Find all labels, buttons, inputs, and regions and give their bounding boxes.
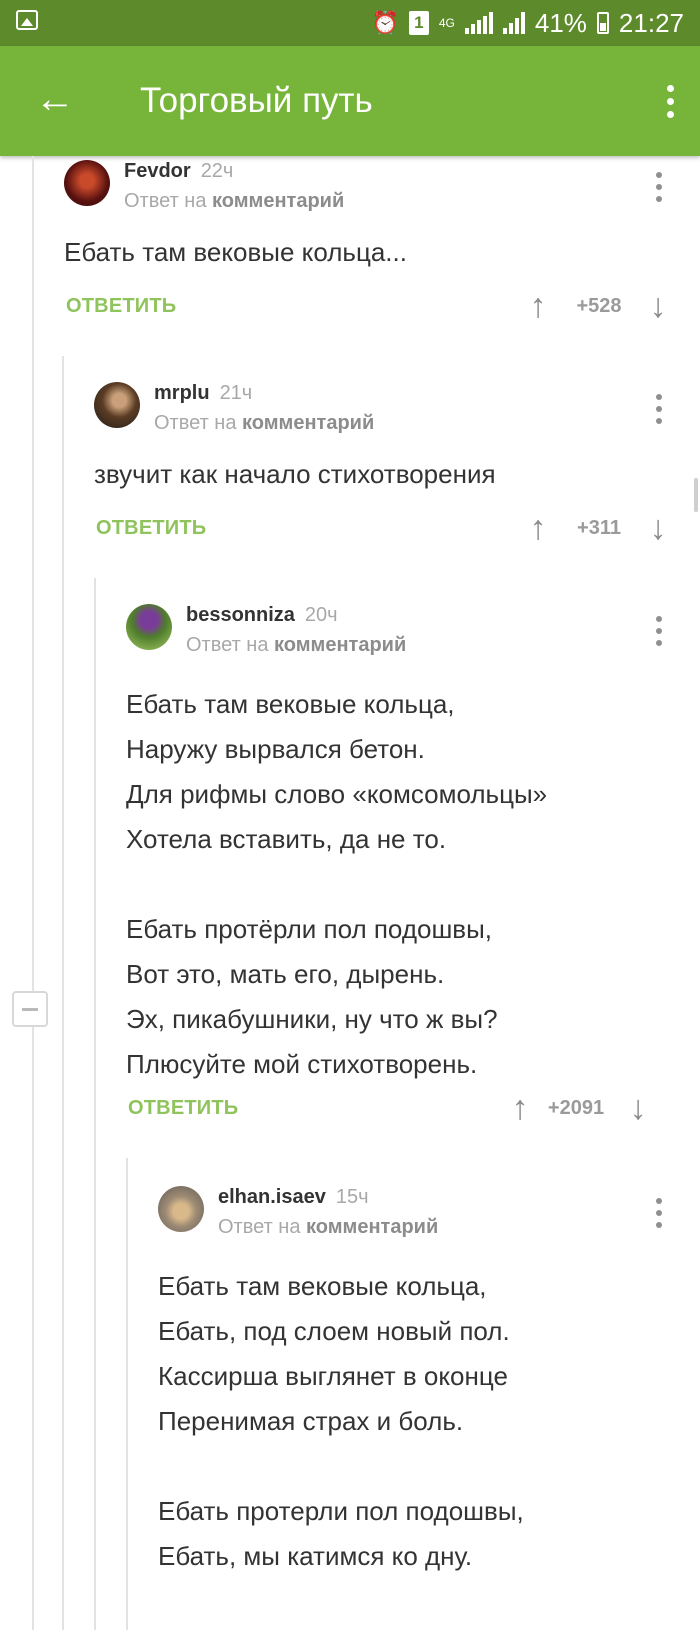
signal-icon xyxy=(464,12,493,34)
sim-badge: 1 xyxy=(408,11,429,35)
reply-to: Ответ на комментарий xyxy=(218,1216,439,1238)
comment-thread: Fevdor 22ч Ответ на комментарий Ебать там… xyxy=(0,156,700,1630)
avatar[interactable] xyxy=(94,382,140,428)
comment-menu-icon[interactable] xyxy=(654,394,664,424)
reply-button[interactable]: ОТВЕТИТЬ xyxy=(66,286,176,326)
reply-target-link[interactable]: комментарий xyxy=(274,634,406,656)
comment-actions: ОТВЕТИТЬ ↑ +2091 ↓ xyxy=(126,1088,684,1128)
overflow-menu-icon[interactable] xyxy=(658,76,682,126)
clock: 21:27 xyxy=(618,7,684,38)
page-title: Торговый путь xyxy=(140,81,373,120)
back-arrow-icon[interactable]: ← xyxy=(30,74,80,124)
downvote-arrow-icon[interactable]: ↓ xyxy=(644,508,672,548)
comment-menu-icon[interactable] xyxy=(654,1198,664,1228)
reply-to: Ответ на комментарий xyxy=(186,634,407,656)
scrollbar[interactable] xyxy=(694,478,698,512)
network-type: 4G xyxy=(438,16,455,30)
reply-target-link[interactable]: комментарий xyxy=(242,412,374,434)
comment-menu-icon[interactable] xyxy=(654,616,664,646)
gallery-notification-icon xyxy=(16,10,38,30)
comment-author[interactable]: mrplu xyxy=(154,382,210,404)
battery-icon xyxy=(596,12,609,34)
app-bar: ← Торговый путь xyxy=(0,46,700,156)
comment-author[interactable]: elhan.isaev xyxy=(218,1186,326,1208)
upvote-arrow-icon[interactable]: ↑ xyxy=(524,508,552,548)
thread-line xyxy=(62,356,64,1630)
reply-to: Ответ на комментарий xyxy=(154,412,375,434)
comment-rating: +528 xyxy=(576,295,622,317)
avatar[interactable] xyxy=(126,604,172,650)
avatar[interactable] xyxy=(158,1186,204,1232)
comment-actions: ОТВЕТИТЬ ↑ +311 ↓ xyxy=(94,508,684,548)
comment-text: Ебать там вековые кольца, Наружу вырвалс… xyxy=(126,689,548,1079)
reply-button[interactable]: ОТВЕТИТЬ xyxy=(96,508,206,548)
comment-time: 22ч xyxy=(200,160,234,182)
comment-author[interactable]: bessonniza xyxy=(186,604,295,626)
comment-text: Ебать там вековые кольца... xyxy=(64,237,407,267)
comment-time: 15ч xyxy=(335,1186,369,1208)
status-icons: ⏰ 1 4G 41% 21:27 xyxy=(371,0,684,46)
downvote-arrow-icon[interactable]: ↓ xyxy=(624,1088,652,1128)
alarm-icon: ⏰ xyxy=(371,10,399,35)
thread-line xyxy=(94,578,96,1630)
comment-author[interactable]: Fevdor xyxy=(124,160,191,182)
reply-target-link[interactable]: комментарий xyxy=(212,190,344,212)
upvote-arrow-icon[interactable]: ↑ xyxy=(524,286,552,326)
comment-actions: ОТВЕТИТЬ ↑ +528 ↓ xyxy=(64,286,684,326)
reply-to: Ответ на комментарий xyxy=(124,190,345,212)
battery-percent: 41% xyxy=(534,7,587,38)
comment-time: 20ч xyxy=(304,604,338,626)
comment-time: 21ч xyxy=(219,382,253,404)
signal-2-icon xyxy=(502,12,525,34)
downvote-arrow-icon[interactable]: ↓ xyxy=(644,286,672,326)
comment-text: Ебать там вековые кольца, Ебать, под сло… xyxy=(158,1271,524,1571)
avatar[interactable] xyxy=(64,160,110,206)
thread-line xyxy=(32,156,34,1630)
status-bar: ⏰ 1 4G 41% 21:27 xyxy=(0,0,700,46)
collapse-thread-button[interactable] xyxy=(12,991,48,1027)
upvote-arrow-icon[interactable]: ↑ xyxy=(506,1088,534,1128)
reply-button[interactable]: ОТВЕТИТЬ xyxy=(128,1088,238,1128)
comment-rating: +311 xyxy=(577,517,621,539)
comment-text: звучит как начало стихотворения xyxy=(94,459,496,489)
comment-rating: +2091 xyxy=(547,1097,605,1119)
thread-line xyxy=(126,1158,128,1630)
comment-menu-icon[interactable] xyxy=(654,172,664,202)
reply-target-link[interactable]: комментарий xyxy=(306,1216,438,1238)
